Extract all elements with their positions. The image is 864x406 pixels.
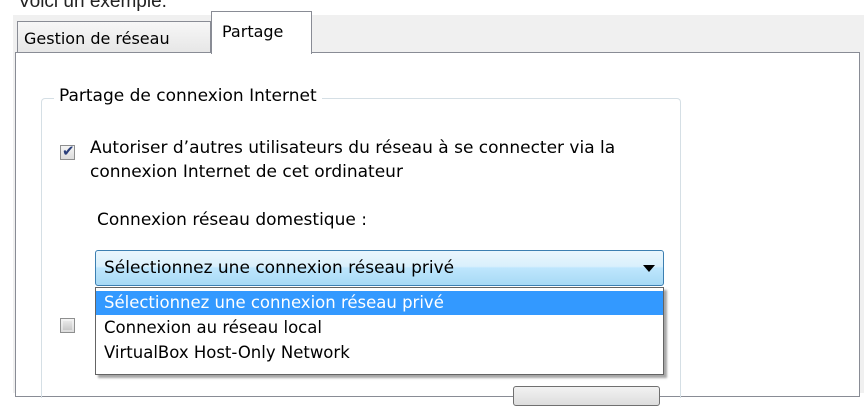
chevron-down-icon[interactable] (643, 265, 655, 272)
settings-button[interactable] (513, 386, 660, 406)
checkmark-icon: ✔ (62, 142, 75, 160)
home-network-combobox[interactable]: Sélectionnez une connexion réseau privé (95, 250, 664, 286)
groupbox-title: Partage de connexion Internet (54, 86, 322, 106)
home-network-dropdown-list: Sélectionnez une connexion réseau privé … (95, 287, 664, 375)
combobox-selected-value: Sélectionnez une connexion réseau privé (104, 258, 455, 278)
tab-partage[interactable]: Partage (211, 11, 312, 54)
allow-sharing-label[interactable]: Autoriser d’autres utilisateurs du résea… (90, 136, 680, 184)
dropdown-option[interactable]: Connexion au réseau local (96, 316, 663, 340)
dropdown-option[interactable]: Sélectionnez une connexion réseau privé (96, 291, 663, 315)
tab-gestion-reseau[interactable]: Gestion de réseau (17, 21, 211, 53)
allow-sharing-checkbox[interactable]: ✔ (60, 142, 75, 160)
caption-text: Voici un exemple. (18, 0, 167, 12)
second-checkbox[interactable] (60, 318, 75, 333)
dropdown-option[interactable]: VirtualBox Host-Only Network (96, 341, 663, 365)
home-network-label: Connexion réseau domestique : (97, 210, 367, 230)
